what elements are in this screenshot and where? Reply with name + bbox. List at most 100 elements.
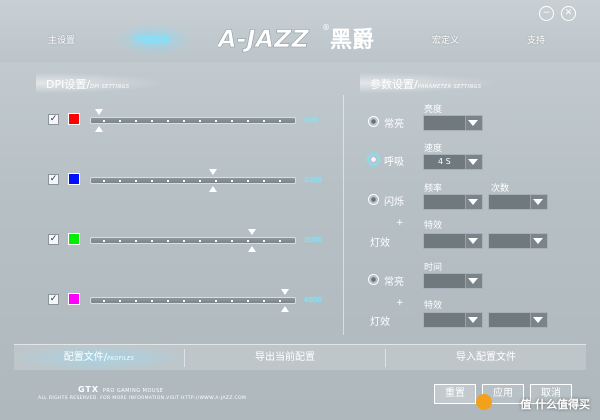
slider-tick: [215, 120, 217, 122]
speed-select[interactable]: 4 S: [423, 154, 483, 170]
slider-tick: [119, 120, 121, 122]
label-effect-1: 特效: [424, 221, 443, 231]
nav-main-settings[interactable]: 主设置: [48, 33, 75, 46]
dpi-checkbox[interactable]: ✓: [48, 294, 59, 305]
slider-tick: [247, 300, 249, 302]
radio-breathing[interactable]: [368, 154, 379, 165]
slider-tick: [247, 180, 249, 182]
dpi-checkbox[interactable]: ✓: [48, 174, 59, 185]
effect-select-2b[interactable]: [488, 312, 548, 328]
brightness-select[interactable]: [423, 115, 483, 131]
slider-thumb-top[interactable]: [95, 109, 103, 115]
slider-thumb-bottom[interactable]: [95, 126, 103, 132]
label-always-on: 常亮: [384, 119, 404, 130]
label-count: 次数: [491, 184, 510, 194]
effect-select-2a[interactable]: [423, 312, 483, 328]
slider-tick: [119, 180, 121, 182]
effect-select-1a[interactable]: [423, 233, 483, 249]
dpi-slider-track[interactable]: [90, 229, 296, 252]
dpi-section-title: DPI设置/DPI SETTINGS: [46, 76, 130, 92]
slider-tick: [247, 120, 249, 122]
slider-tick: [183, 120, 185, 122]
params-section-title: 参数设置/PARAMETER SETTINGS: [370, 76, 481, 92]
slider-thumb-top[interactable]: [281, 289, 289, 295]
dpi-checkbox[interactable]: ✓: [48, 234, 59, 245]
radio-always-on-2[interactable]: [368, 274, 379, 285]
time-select[interactable]: [423, 273, 483, 289]
slider-tick: [231, 300, 233, 302]
nav-lighting[interactable]: 灯效设定: [134, 33, 170, 46]
dpi-slider-track[interactable]: [90, 169, 296, 192]
dpi-slider-track[interactable]: [90, 109, 296, 132]
minimize-button[interactable]: −: [539, 6, 554, 21]
chevron-down-icon: [468, 238, 478, 244]
slider-tick: [167, 120, 169, 122]
label-effect-2: 特效: [424, 301, 443, 311]
slider-tick: [183, 300, 185, 302]
slider-tick: [263, 180, 265, 182]
slider-tick: [199, 180, 201, 182]
slider-tick: [119, 240, 121, 242]
slider-tick: [183, 180, 185, 182]
label-light-effect-2: 灯效: [370, 317, 390, 328]
dpi-color-swatch[interactable]: [68, 233, 80, 245]
chevron-down-icon: [533, 199, 543, 205]
dpi-row: ✓ 400: [48, 108, 338, 134]
slider-tick: [199, 240, 201, 242]
dpi-color-swatch[interactable]: [68, 113, 80, 125]
close-button[interactable]: ✕: [561, 6, 576, 21]
slider-thumb-top[interactable]: [209, 169, 217, 175]
plus-sign-1: +: [396, 218, 404, 228]
reset-button[interactable]: 重置: [434, 384, 476, 404]
count-select[interactable]: [488, 194, 548, 210]
slider-tick: [247, 240, 249, 242]
radio-always-on[interactable]: [368, 116, 379, 127]
slider-tick: [151, 180, 153, 182]
slider-tick: [167, 240, 169, 242]
dpi-color-swatch[interactable]: [68, 173, 80, 185]
slider-thumb-top[interactable]: [248, 229, 256, 235]
dpi-row: ✓ 4000: [48, 288, 338, 314]
nav-support[interactable]: 支持: [527, 33, 545, 46]
slider-tick: [263, 120, 265, 122]
slider-tick: [231, 240, 233, 242]
import-config-button[interactable]: 导入配置文件: [386, 345, 586, 371]
slider-tick: [135, 300, 137, 302]
slider-tick: [151, 120, 153, 122]
nav-macro[interactable]: 宏定义: [432, 33, 459, 46]
label-blink: 闪烁: [384, 197, 404, 208]
radio-blink[interactable]: [368, 194, 379, 205]
section-divider: [343, 95, 344, 335]
dpi-checkbox[interactable]: ✓: [48, 114, 59, 125]
export-config-button[interactable]: 导出当前配置: [185, 345, 385, 371]
logo-text: A-JAZZ: [218, 25, 309, 53]
speed-value: 4 S: [438, 157, 451, 166]
slider-tick: [167, 300, 169, 302]
dpi-slider-track[interactable]: [90, 289, 296, 312]
label-speed: 速度: [424, 144, 443, 154]
frequency-select[interactable]: [423, 194, 483, 210]
effect-select-1b[interactable]: [488, 233, 548, 249]
slider-thumb-bottom[interactable]: [281, 306, 289, 312]
profiles-label: 配置文件/: [63, 352, 108, 363]
dpi-value: 400: [304, 116, 318, 124]
profiles-bar: 配置文件/PROFILES 导出当前配置 导入配置文件: [14, 344, 586, 371]
chevron-down-icon: [468, 317, 478, 323]
slider-tick: [199, 300, 201, 302]
slider-tick: [215, 180, 217, 182]
slider-tick: [119, 300, 121, 302]
header-bar: 主设置 灯效设定 宏定义 支持 A-JAZZ ® 黑爵 − ✕: [0, 0, 600, 62]
chevron-down-icon: [468, 278, 478, 284]
slider-tick: [279, 240, 281, 242]
params-subtitle: PARAMETER SETTINGS: [417, 84, 482, 90]
brand-name: GTX: [78, 385, 100, 394]
slider-tick: [103, 300, 105, 302]
slider-thumb-bottom[interactable]: [209, 186, 217, 192]
tab-profiles[interactable]: 配置文件/PROFILES: [14, 345, 184, 371]
chevron-down-icon: [533, 238, 543, 244]
slider-thumb-bottom[interactable]: [248, 246, 256, 252]
slider-tick: [279, 180, 281, 182]
slider-tick: [183, 240, 185, 242]
slider-tick: [103, 240, 105, 242]
dpi-color-swatch[interactable]: [68, 293, 80, 305]
